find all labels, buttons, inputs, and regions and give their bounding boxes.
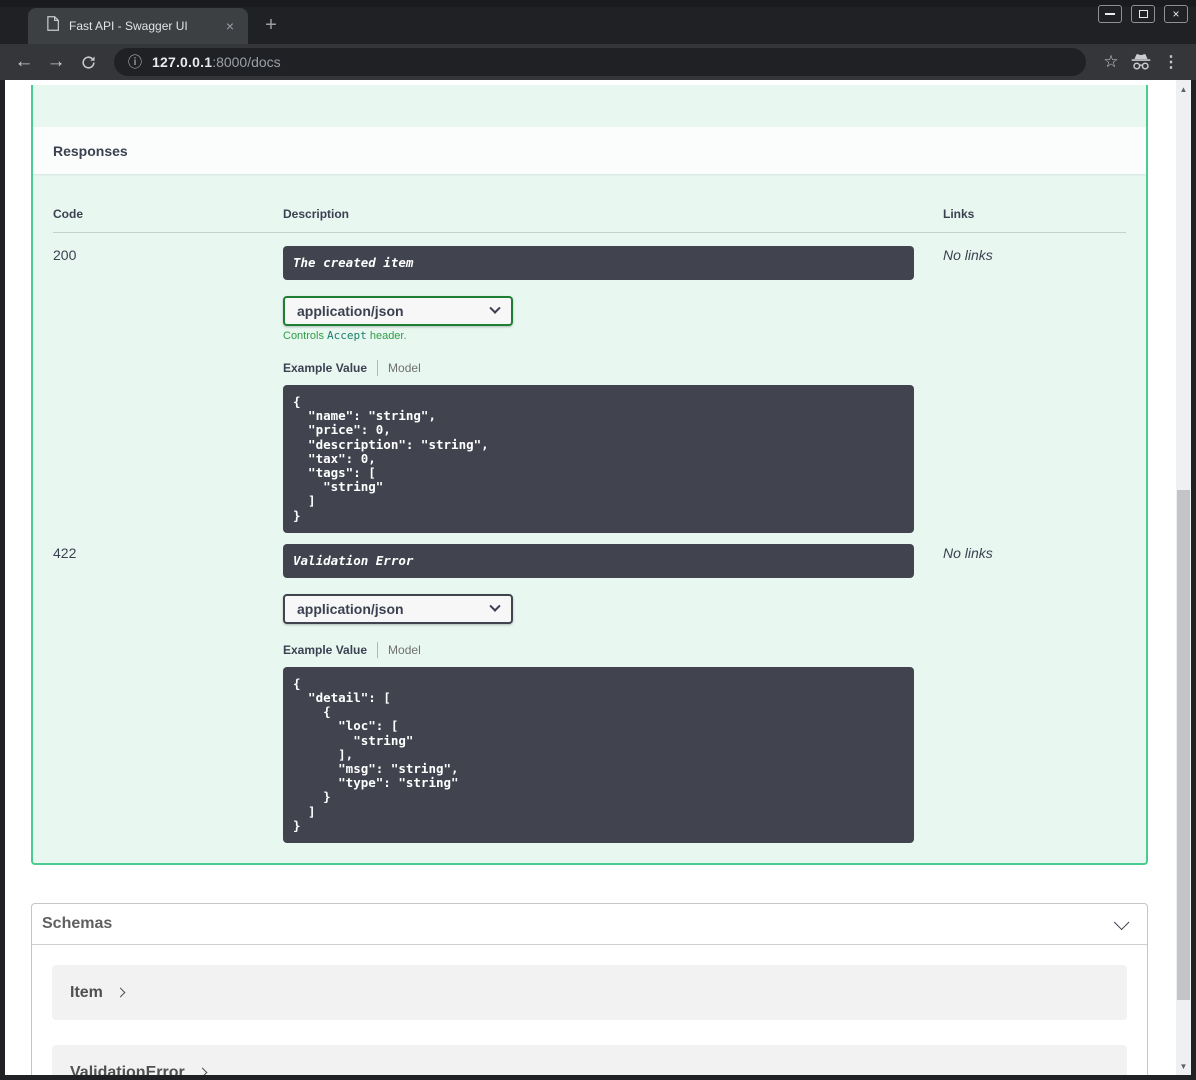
tab-separator — [377, 641, 379, 658]
star-icon: ☆ — [1103, 52, 1119, 71]
example-json-block: { "name": "string", "price": 0, "descrip… — [283, 385, 914, 533]
close-button[interactable]: × — [1164, 5, 1188, 23]
url-host: 127.0.0.1 — [152, 54, 213, 70]
minimize-icon — [1105, 13, 1115, 15]
responses-title: Responses — [53, 142, 128, 159]
model-validationerror[interactable]: ValidationError — [52, 1045, 1127, 1075]
reload-button[interactable] — [72, 47, 104, 77]
controls-accept-note: Controls Accept header. — [283, 329, 407, 342]
response-code: 422 — [53, 544, 77, 561]
response-row-200: 200 The created item application/json Co… — [53, 233, 1126, 533]
chevron-down-icon[interactable] — [1113, 914, 1130, 930]
scrollbar-thumb[interactable] — [1177, 490, 1190, 1000]
tab-example-value[interactable]: Example Value — [283, 643, 367, 657]
tab-close-icon[interactable]: × — [222, 18, 238, 34]
browser-toolbar: ← → ⓘ 127.0.0.1:8000/docs ☆ ⋮ — [0, 44, 1196, 80]
browser-window: Fast API - Swagger UI × + × ← → ⓘ 127.0.… — [0, 0, 1196, 1080]
example-model-tabs: Example Value Model — [283, 641, 943, 658]
responses-table-header: Code Description Links — [53, 207, 1126, 233]
model-item[interactable]: Item — [52, 965, 1127, 1020]
media-type-select[interactable]: application/json — [283, 593, 513, 624]
response-row-422: 422 Validation Error application/json Ex… — [53, 533, 1126, 844]
post-opblock-responses: Responses Code Description Links 200 The… — [31, 85, 1148, 866]
response-description: Validation Error — [283, 543, 914, 578]
maximize-button[interactable] — [1131, 5, 1155, 23]
back-button[interactable]: ← — [8, 47, 40, 77]
schemas-panel: Schemas Item ValidationError — [31, 903, 1148, 1075]
browser-titlebar: Fast API - Swagger UI × + × — [0, 0, 1196, 44]
response-description: The created item — [283, 246, 914, 280]
example-json-block: { "detail": [ { "loc": [ "string" ], "ms… — [283, 666, 914, 844]
media-type-select[interactable]: application/json — [283, 296, 513, 326]
page-favicon-icon — [46, 16, 59, 36]
responses-table: Code Description Links 200 The created i… — [53, 207, 1126, 863]
model-name: ValidationError — [70, 1063, 185, 1076]
response-links: No links — [943, 544, 993, 561]
example-model-tabs: Example Value Model — [283, 360, 943, 376]
chevron-right-icon — [115, 987, 126, 998]
opblock-spacer — [33, 85, 1146, 127]
close-icon: × — [1172, 7, 1180, 21]
column-header-description: Description — [283, 207, 350, 221]
page-scrollbar[interactable]: ▲ ▼ — [1176, 80, 1191, 1075]
forward-button[interactable]: → — [40, 47, 72, 77]
chevron-down-icon — [489, 600, 501, 612]
tab-title: Fast API - Swagger UI — [69, 19, 188, 33]
browser-menu-button[interactable]: ⋮ — [1156, 47, 1186, 77]
minimize-button[interactable] — [1098, 5, 1122, 23]
schemas-header[interactable]: Schemas — [32, 904, 1147, 945]
reload-icon — [81, 55, 95, 69]
browser-tab[interactable]: Fast API - Swagger UI × — [28, 8, 248, 44]
site-info-icon[interactable]: ⓘ — [128, 52, 142, 72]
kebab-menu-icon: ⋮ — [1163, 54, 1179, 71]
url-path: :8000/docs — [212, 54, 281, 70]
model-name: Item — [70, 983, 103, 1001]
response-code: 200 — [53, 247, 77, 263]
responses-section-header: Responses — [33, 127, 1146, 174]
maximize-icon — [1138, 10, 1148, 18]
media-type-value: application/json — [297, 600, 404, 617]
schemas-title: Schemas — [42, 915, 113, 932]
incognito-badge — [1126, 47, 1156, 77]
incognito-icon — [1131, 54, 1151, 70]
chevron-right-icon — [197, 1067, 208, 1075]
scroll-down-icon[interactable]: ▼ — [1176, 1059, 1191, 1073]
response-links: No links — [943, 247, 993, 263]
tab-model[interactable]: Model — [388, 361, 421, 375]
schemas-body: Item ValidationError — [32, 945, 1147, 1075]
back-icon: ← — [14, 51, 34, 72]
new-tab-button[interactable]: + — [258, 12, 284, 38]
column-header-links: Links — [943, 207, 975, 221]
scroll-up-icon[interactable]: ▲ — [1176, 82, 1191, 96]
tab-separator — [377, 360, 379, 376]
address-bar[interactable]: ⓘ 127.0.0.1:8000/docs — [114, 48, 1086, 76]
media-type-value: application/json — [297, 303, 404, 319]
window-controls: × — [1098, 5, 1188, 23]
tab-example-value[interactable]: Example Value — [283, 361, 367, 375]
bookmark-star-button[interactable]: ☆ — [1096, 47, 1126, 77]
forward-icon: → — [46, 51, 66, 72]
chevron-down-icon — [489, 302, 501, 314]
swagger-docs-page: Responses Code Description Links 200 The… — [5, 80, 1176, 1075]
tab-model[interactable]: Model — [388, 643, 421, 657]
column-header-code: Code — [53, 207, 83, 221]
